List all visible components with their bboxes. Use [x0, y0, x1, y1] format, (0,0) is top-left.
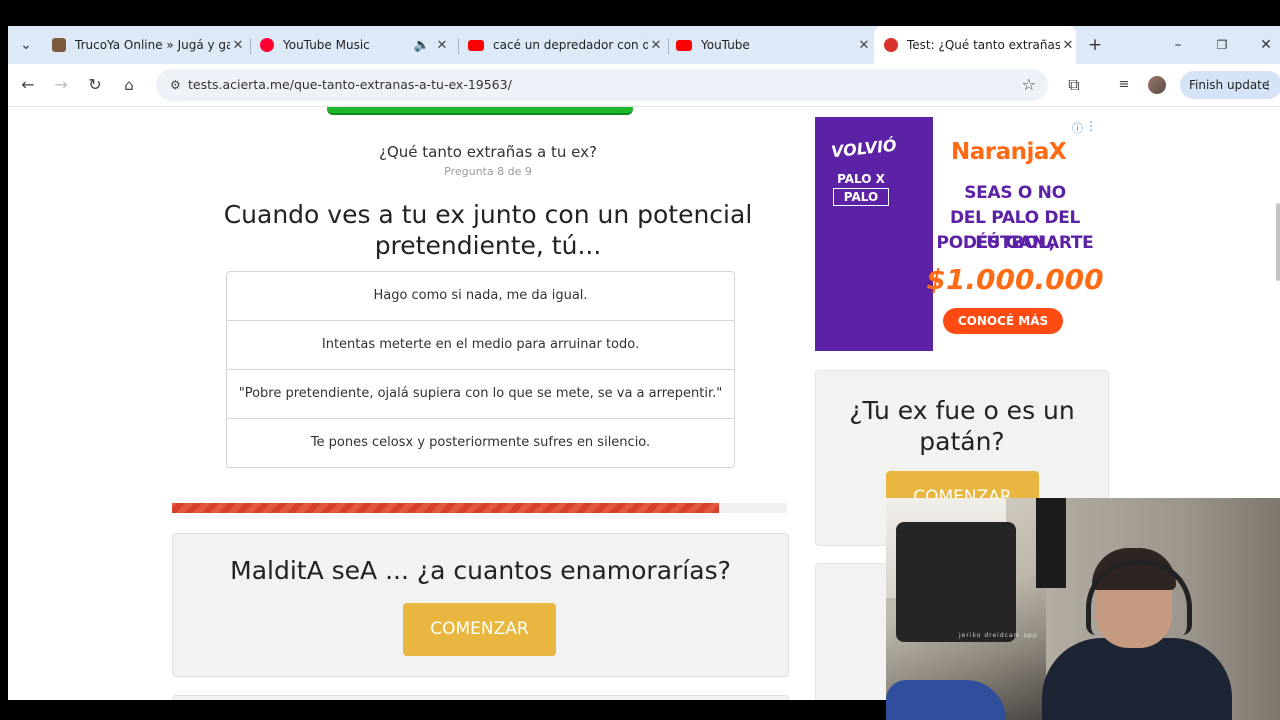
tab-strip: ⌄ TrucoYa Online » Jugá y ganá ✕ YouTube…	[8, 26, 1280, 64]
tab-search-chevron-icon[interactable]: ⌄	[16, 35, 36, 55]
tab-title: YouTube Music	[283, 38, 370, 52]
webcam-bed	[896, 522, 1016, 642]
tab-title: cacé un depredador con disfraz	[493, 38, 648, 52]
webcam-overlay: jeriko dreidcam.app	[886, 498, 1280, 720]
ad-more-icon[interactable]: ⋮	[1085, 119, 1097, 133]
tab-title: YouTube	[701, 38, 750, 52]
close-tab-icon[interactable]: ✕	[1060, 38, 1076, 53]
tab-trucoya[interactable]: TrucoYa Online » Jugá y ganá ✕	[52, 26, 246, 64]
sidebar-quiz-title: ¿Tu ex fue o es un patán?	[849, 396, 1075, 456]
tab-youtube-music[interactable]: YouTube Music 🔈 ✕	[260, 26, 450, 64]
close-tab-icon[interactable]: ✕	[434, 38, 450, 53]
finish-update-label: Finish update	[1189, 78, 1270, 92]
ad-palo-logo: PALO X PALO	[833, 171, 889, 206]
close-window-icon[interactable]: ✕	[1256, 35, 1276, 55]
address-bar[interactable]: ⚙ tests.acierta.me/que-tanto-extranas-a-…	[156, 69, 1048, 101]
youtube-favicon-icon	[468, 39, 484, 51]
new-tab-plus-icon[interactable]: +	[1085, 35, 1105, 55]
close-tab-icon[interactable]: ✕	[648, 38, 664, 53]
green-button-edge[interactable]	[327, 107, 633, 115]
tab-title: TrucoYa Online » Jugá y ganá	[75, 38, 230, 52]
ad-palo-line1: PALO X	[837, 172, 885, 186]
quiz-title: ¿Qué tanto extrañas a tu ex?	[379, 143, 597, 161]
more-menu-icon[interactable]: ⋮	[1262, 71, 1274, 99]
youtube-favicon-icon	[676, 39, 692, 51]
youtube-music-favicon-icon	[260, 38, 274, 52]
close-tab-icon[interactable]: ✕	[230, 38, 246, 53]
promo-quiz-title: MalditA seA ... ¿a cuantos enamorarías?	[230, 556, 731, 585]
ad-prize-amount: $1.000.000	[926, 263, 1104, 296]
tab-title: Test: ¿Qué tanto extrañas a tu ex?	[907, 38, 1060, 52]
back-arrow-icon[interactable]: ←	[18, 75, 38, 95]
ad-headline-1: SEAS O NO	[964, 183, 1066, 203]
tab-youtube[interactable]: YouTube ✕	[676, 26, 872, 64]
reload-icon[interactable]: ↻	[85, 75, 105, 95]
forward-arrow-icon[interactable]: →	[51, 75, 71, 95]
progress-fill	[172, 503, 720, 513]
close-tab-icon[interactable]: ✕	[856, 38, 872, 53]
webcam-person-body	[1042, 638, 1232, 720]
media-controls-icon[interactable]: ≡	[1114, 75, 1134, 95]
url-text[interactable]: tests.acierta.me/que-tanto-extranas-a-tu…	[188, 77, 512, 92]
speaker-audio-icon[interactable]: 🔈	[410, 38, 434, 53]
site-settings-icon[interactable]: ⚙	[170, 78, 181, 92]
acierta-favicon-icon	[884, 38, 898, 52]
home-icon[interactable]: ⌂	[119, 75, 139, 95]
finish-update-button[interactable]: Finish update ⋮	[1180, 71, 1280, 99]
restore-icon[interactable]: ❐	[1212, 35, 1232, 55]
ad-headline-3: PODÉS GANARTE	[936, 233, 1094, 253]
scrollbar-thumb[interactable]	[1276, 203, 1280, 281]
trucoya-favicon-icon	[52, 38, 66, 52]
answer-list: Hago como si nada, me da igual. Intentas…	[226, 271, 735, 468]
toolbar: ← → ↻ ⌂ ⚙ tests.acierta.me/que-tanto-ext…	[8, 64, 1280, 107]
question-counter: Pregunta 8 de 9	[444, 165, 532, 178]
profile-avatar[interactable]	[1148, 76, 1166, 94]
minimize-icon[interactable]: –	[1168, 35, 1188, 55]
tab-test-active[interactable]: Test: ¿Qué tanto extrañas a tu ex? ✕	[874, 26, 1076, 64]
webcam-curtain	[1036, 498, 1066, 588]
bookmark-star-icon[interactable]: ☆	[1022, 75, 1036, 94]
next-card	[172, 695, 789, 700]
promo-quiz-card: MalditA seA ... ¿a cuantos enamorarías? …	[172, 533, 789, 677]
ad-brand-logo: NaranjaX	[951, 139, 1067, 165]
extensions-puzzle-icon[interactable]: ⧉	[1064, 75, 1084, 95]
answer-option[interactable]: Hago como si nada, me da igual.	[227, 272, 734, 321]
answer-option[interactable]: Te pones celosx y posteriormente sufres …	[227, 419, 734, 467]
answer-option[interactable]: Intentas meterte en el medio para arruin…	[227, 321, 734, 370]
question-text: Cuando ves a tu ex junto con un potencia…	[223, 200, 753, 260]
promo-start-button[interactable]: COMENZAR	[403, 603, 556, 656]
answer-option[interactable]: "Pobre pretendiente, ojalá supiera con l…	[227, 370, 734, 419]
naranjax-ad-banner[interactable]: VOLVIÓ PALO X PALO NaranjaX SEAS O NO DE…	[815, 117, 1105, 351]
quiz-progress-bar	[172, 503, 787, 513]
ad-info-icon[interactable]: ⓘ	[1072, 120, 1083, 136]
ad-cta-button[interactable]: CONOCÉ MÁS	[943, 308, 1063, 334]
ad-palo-line2: PALO	[833, 188, 889, 206]
webcam-blue-blanket	[886, 680, 1006, 720]
tab-cace-depredador[interactable]: cacé un depredador con disfraz ✕	[468, 26, 664, 64]
webcam-watermark: jeriko dreidcam.app	[959, 632, 1038, 639]
